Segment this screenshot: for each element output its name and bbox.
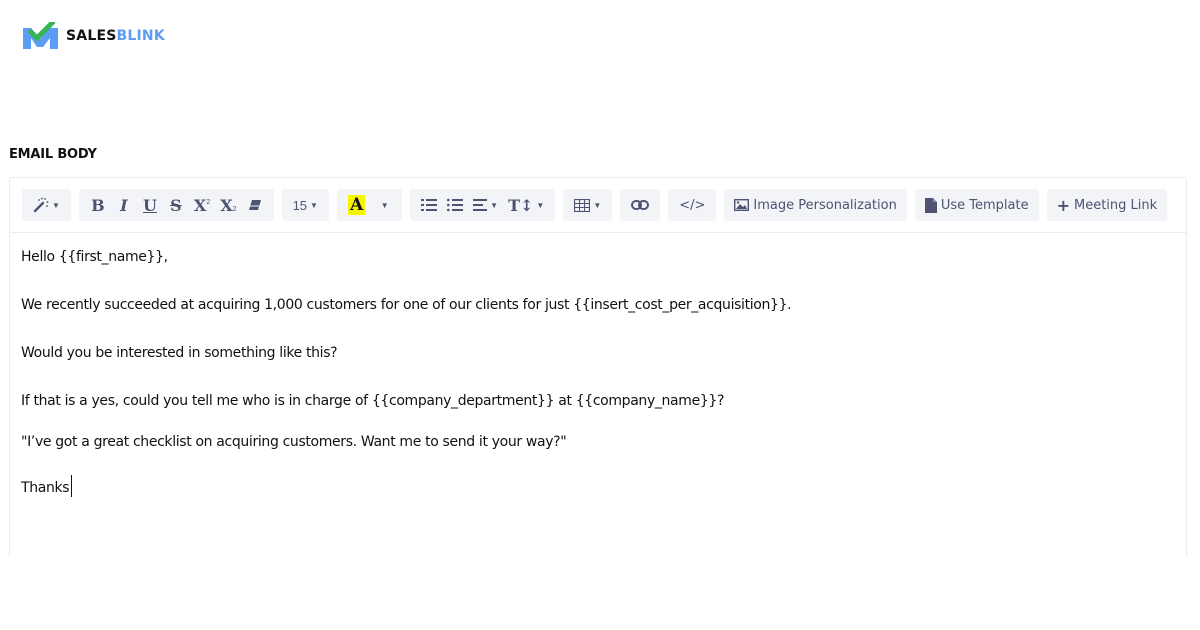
image-personalization-group: Image Personalization bbox=[724, 189, 907, 221]
chevron-down-icon: ▼ bbox=[536, 200, 545, 210]
subscript-icon: X bbox=[220, 195, 233, 215]
italic-button[interactable]: I bbox=[111, 189, 137, 221]
align-dropdown[interactable]: ▼ bbox=[468, 189, 503, 221]
table-group: ▼ bbox=[563, 189, 613, 221]
font-size-dropdown[interactable]: 15 ▼ bbox=[288, 189, 323, 221]
chevron-down-icon: ▼ bbox=[490, 200, 499, 210]
text-cursor bbox=[71, 475, 73, 497]
body-line-request: If that is a yes, could you tell me who … bbox=[21, 393, 725, 409]
ordered-list-icon bbox=[421, 199, 438, 211]
document-icon bbox=[924, 197, 937, 213]
email-body-content[interactable]: Hello {{first_name}}, We recently succee… bbox=[10, 233, 1186, 505]
body-line-signoff: Thanks bbox=[21, 475, 1175, 497]
magic-wand-icon bbox=[33, 197, 49, 213]
meeting-link-button[interactable]: + Meeting Link bbox=[1049, 189, 1166, 221]
strikethrough-button[interactable]: S bbox=[163, 189, 189, 221]
salesblink-logo: SALESBLINK bbox=[22, 22, 165, 50]
link-icon bbox=[631, 200, 650, 210]
code-view-button[interactable]: </> bbox=[674, 189, 710, 221]
font-size-group: 15 ▼ bbox=[281, 189, 329, 221]
chevron-down-icon: ▼ bbox=[310, 200, 318, 210]
image-personalization-button[interactable]: Image Personalization bbox=[726, 189, 904, 221]
body-line-greeting: Hello {{first_name}}, bbox=[21, 249, 168, 265]
chevron-down-icon: ▼ bbox=[380, 200, 389, 210]
body-line-question: Would you be interested in something lik… bbox=[21, 345, 338, 361]
underline-button[interactable]: U bbox=[137, 189, 163, 221]
link-group bbox=[620, 189, 661, 221]
eraser-icon bbox=[248, 200, 261, 210]
use-template-group: Use Template bbox=[914, 189, 1039, 221]
editor-toolbar: ▼ B I U S X2 X2 15 ▼ A ▼ ▼ T↕ ▼ ▼ </> Im… bbox=[10, 178, 1186, 233]
superscript-icon: X bbox=[193, 195, 207, 215]
format-group: B I U S X2 X2 bbox=[78, 189, 274, 221]
logo-mark-icon bbox=[23, 22, 58, 49]
paragraph-group: ▼ T↕ ▼ bbox=[410, 189, 556, 221]
code-group: </> bbox=[668, 189, 717, 221]
body-line-offer: "I’ve got a great checklist on acquiring… bbox=[21, 434, 567, 450]
color-dropdown[interactable]: ▼ bbox=[370, 189, 396, 221]
subscript-button[interactable]: X2 bbox=[215, 189, 241, 221]
use-template-button[interactable]: Use Template bbox=[917, 189, 1037, 221]
highlight-color-button[interactable]: A bbox=[343, 189, 370, 221]
table-icon bbox=[574, 198, 591, 212]
meeting-link-group: + Meeting Link bbox=[1046, 189, 1168, 221]
highlight-icon: A bbox=[347, 195, 366, 215]
color-group: A ▼ bbox=[336, 189, 403, 221]
ordered-list-button[interactable] bbox=[416, 189, 442, 221]
table-dropdown[interactable]: ▼ bbox=[569, 189, 606, 221]
insert-link-button[interactable] bbox=[626, 189, 654, 221]
bold-button[interactable]: B bbox=[85, 189, 111, 221]
unordered-list-button[interactable] bbox=[442, 189, 468, 221]
chevron-down-icon: ▼ bbox=[52, 200, 60, 210]
unordered-list-icon bbox=[447, 198, 464, 212]
line-height-dropdown[interactable]: T↕ ▼ bbox=[503, 189, 549, 221]
clear-format-button[interactable] bbox=[242, 189, 268, 221]
superscript-button[interactable]: X2 bbox=[189, 189, 215, 221]
logo-text: SALESBLINK bbox=[66, 28, 165, 44]
chevron-down-icon: ▼ bbox=[593, 200, 602, 210]
image-icon bbox=[734, 199, 750, 211]
email-body-label: EMAIL BODY bbox=[9, 147, 97, 162]
align-left-icon bbox=[473, 199, 488, 211]
body-line-intro: We recently succeeded at acquiring 1,000… bbox=[21, 297, 792, 313]
line-height-icon: T↕ bbox=[508, 195, 534, 215]
plus-icon: + bbox=[1056, 195, 1070, 215]
magic-style-button[interactable]: ▼ bbox=[28, 189, 65, 221]
style-group: ▼ bbox=[22, 189, 71, 221]
email-body-editor: ▼ B I U S X2 X2 15 ▼ A ▼ ▼ T↕ ▼ ▼ </> Im… bbox=[9, 177, 1187, 557]
